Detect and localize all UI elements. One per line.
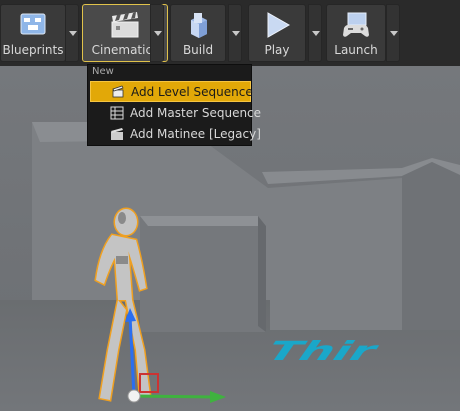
build-button[interactable]: Build bbox=[170, 4, 226, 62]
blueprints-button[interactable]: Blueprints bbox=[0, 4, 66, 62]
svg-text:Thir: Thir bbox=[257, 335, 387, 366]
clapperboard-icon bbox=[109, 10, 141, 44]
menu-item-add-level-sequence[interactable]: Add Level Sequence bbox=[90, 81, 253, 102]
menu-item-label: Add Matinee [Legacy] bbox=[130, 127, 261, 141]
menu-item-label: Add Level Sequence bbox=[131, 85, 253, 99]
chevron-down-icon bbox=[232, 31, 240, 36]
cinematics-dropdown-arrow[interactable] bbox=[150, 4, 164, 62]
master-sequence-icon bbox=[110, 106, 124, 123]
launch-button[interactable]: Launch bbox=[326, 4, 386, 62]
menu-section-header: New bbox=[92, 66, 114, 77]
blueprints-dropdown-arrow[interactable] bbox=[65, 4, 79, 62]
chevron-down-icon bbox=[312, 31, 320, 36]
cinematics-dropdown-menu: New Add Level Sequence Add Master Sequen… bbox=[87, 64, 261, 146]
wall-right bbox=[402, 162, 460, 330]
floor-text: Thir bbox=[257, 335, 387, 366]
cube-block bbox=[140, 216, 266, 332]
launch-dropdown-arrow[interactable] bbox=[386, 4, 400, 62]
chevron-down-icon bbox=[69, 31, 77, 36]
build-icon bbox=[183, 10, 213, 44]
menu-item-label: Add Master Sequence bbox=[130, 106, 262, 120]
blueprints-label: Blueprints bbox=[2, 43, 64, 57]
play-dropdown-arrow[interactable] bbox=[308, 4, 322, 62]
launch-gamepad-icon bbox=[340, 10, 372, 44]
chevron-down-icon bbox=[390, 31, 398, 36]
menu-item-add-matinee[interactable]: Add Matinee [Legacy] bbox=[90, 124, 261, 145]
play-icon bbox=[262, 10, 292, 44]
play-label: Play bbox=[264, 43, 290, 57]
build-dropdown-arrow[interactable] bbox=[228, 4, 242, 62]
launch-label: Launch bbox=[334, 43, 378, 57]
blueprints-icon bbox=[18, 10, 48, 44]
level-sequence-icon bbox=[111, 85, 125, 102]
matinee-icon bbox=[110, 127, 124, 144]
chevron-down-icon bbox=[154, 31, 162, 36]
level-editor-toolbar: Blueprints Cinematics Build Play Launch bbox=[0, 0, 460, 66]
play-button[interactable]: Play bbox=[248, 4, 306, 62]
menu-item-add-master-sequence[interactable]: Add Master Sequence bbox=[90, 103, 261, 124]
build-label: Build bbox=[182, 43, 214, 57]
